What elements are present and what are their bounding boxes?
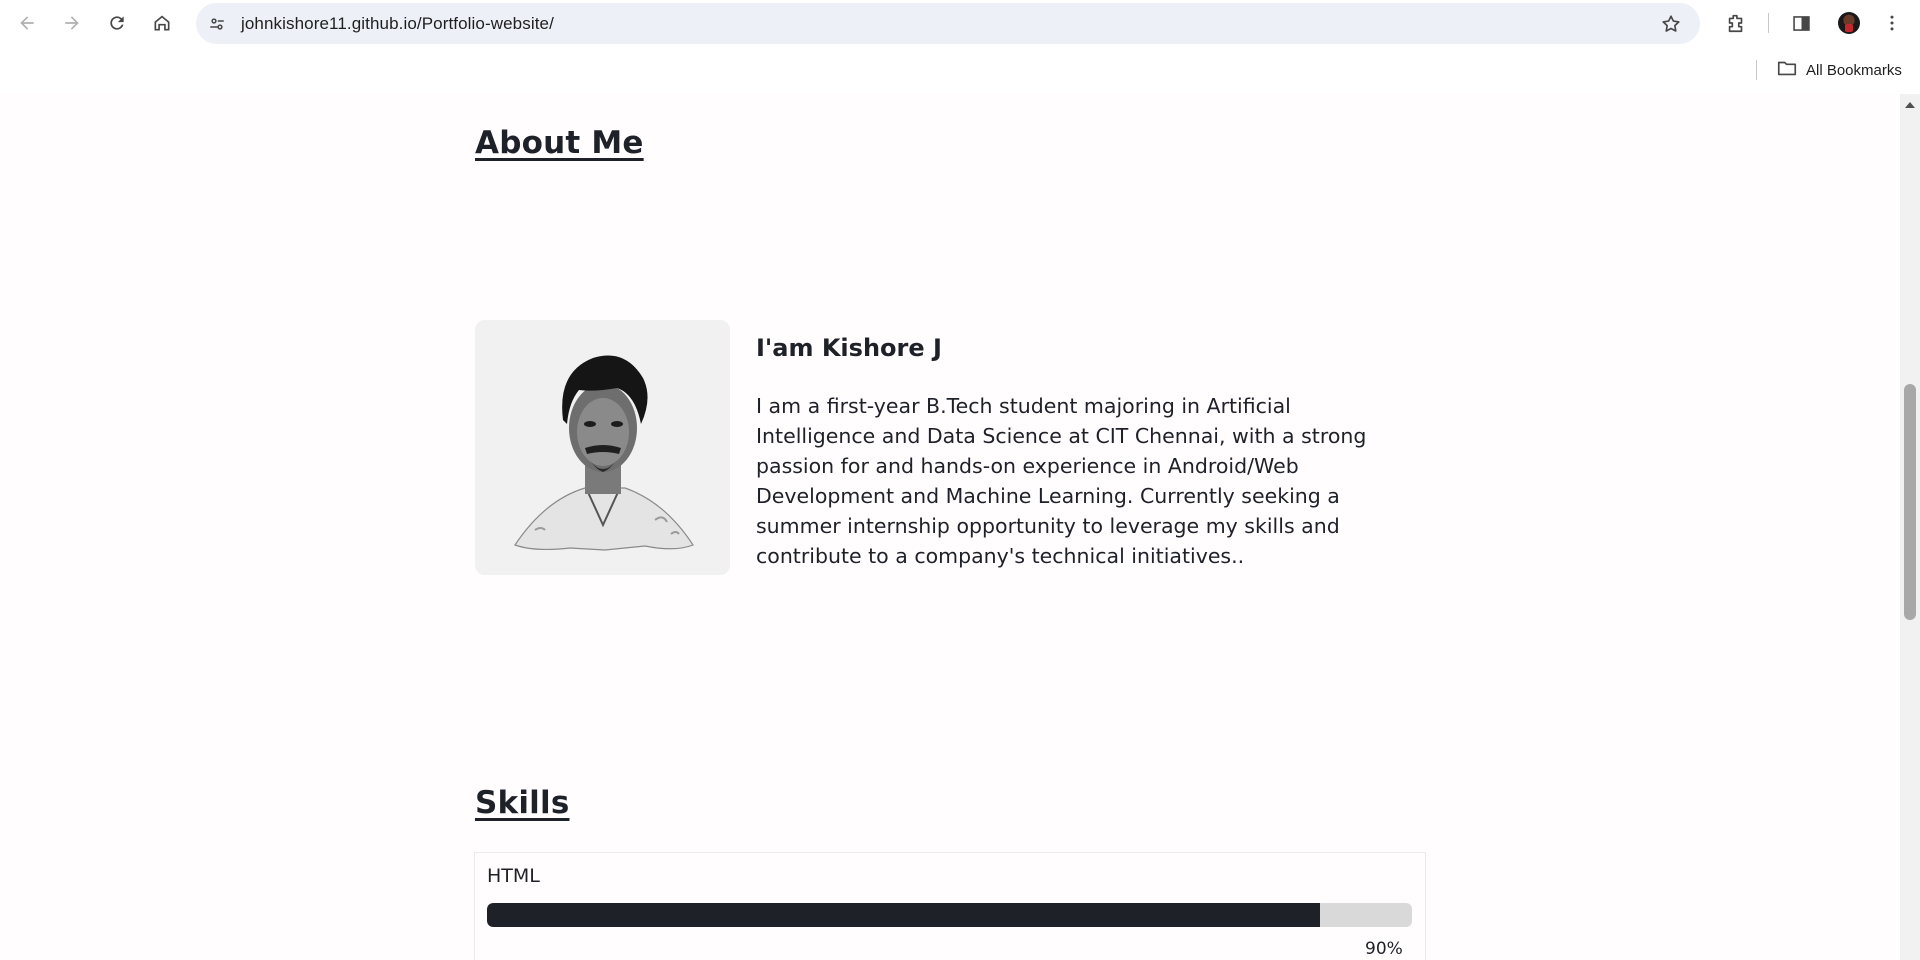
address-bar[interactable]: johnkishore11.github.io/Portfolio-websit…	[196, 3, 1700, 44]
forward-icon[interactable]	[58, 9, 86, 37]
skills-card: HTML 90%	[474, 852, 1426, 960]
extensions-icon[interactable]	[1724, 11, 1748, 35]
all-bookmarks-label: All Bookmarks	[1806, 61, 1902, 79]
profile-photo	[475, 320, 730, 575]
star-icon[interactable]	[1660, 13, 1682, 35]
skill-progress-track	[487, 903, 1412, 927]
more-menu-icon[interactable]	[1880, 11, 1904, 35]
skill-name: HTML	[487, 865, 540, 887]
skills-section-title: Skills	[475, 785, 570, 821]
profile-avatar[interactable]	[1838, 12, 1860, 34]
folder-icon	[1776, 57, 1798, 83]
bookmarks-bar: All Bookmarks	[0, 46, 1920, 94]
about-description: I am a first-year B.Tech student majorin…	[756, 394, 1367, 568]
home-icon[interactable]	[148, 9, 176, 37]
about-name-heading: I'am Kishore J	[756, 334, 942, 362]
scroll-up-arrow-icon[interactable]	[1905, 102, 1915, 108]
reload-icon[interactable]	[103, 9, 131, 37]
back-icon[interactable]	[13, 9, 41, 37]
side-panel-icon[interactable]	[1789, 11, 1813, 35]
site-info-icon[interactable]	[206, 13, 228, 35]
url-text[interactable]: johnkishore11.github.io/Portfolio-websit…	[241, 3, 554, 44]
toolbar-divider	[1768, 13, 1769, 33]
skill-progress-fill	[487, 903, 1320, 927]
scrollbar-thumb[interactable]	[1904, 384, 1916, 620]
page-viewport: About Me I'am Kishore J I am a first-yea…	[0, 94, 1900, 960]
skill-percent: 90%	[1365, 939, 1403, 959]
portrait-image	[475, 320, 730, 575]
page-scrollbar[interactable]	[1900, 94, 1920, 960]
browser-toolbar: johnkishore11.github.io/Portfolio-websit…	[0, 0, 1920, 46]
all-bookmarks-button[interactable]: All Bookmarks	[1776, 58, 1902, 82]
bookmarks-divider	[1756, 60, 1757, 80]
about-section-title: About Me	[475, 125, 644, 161]
